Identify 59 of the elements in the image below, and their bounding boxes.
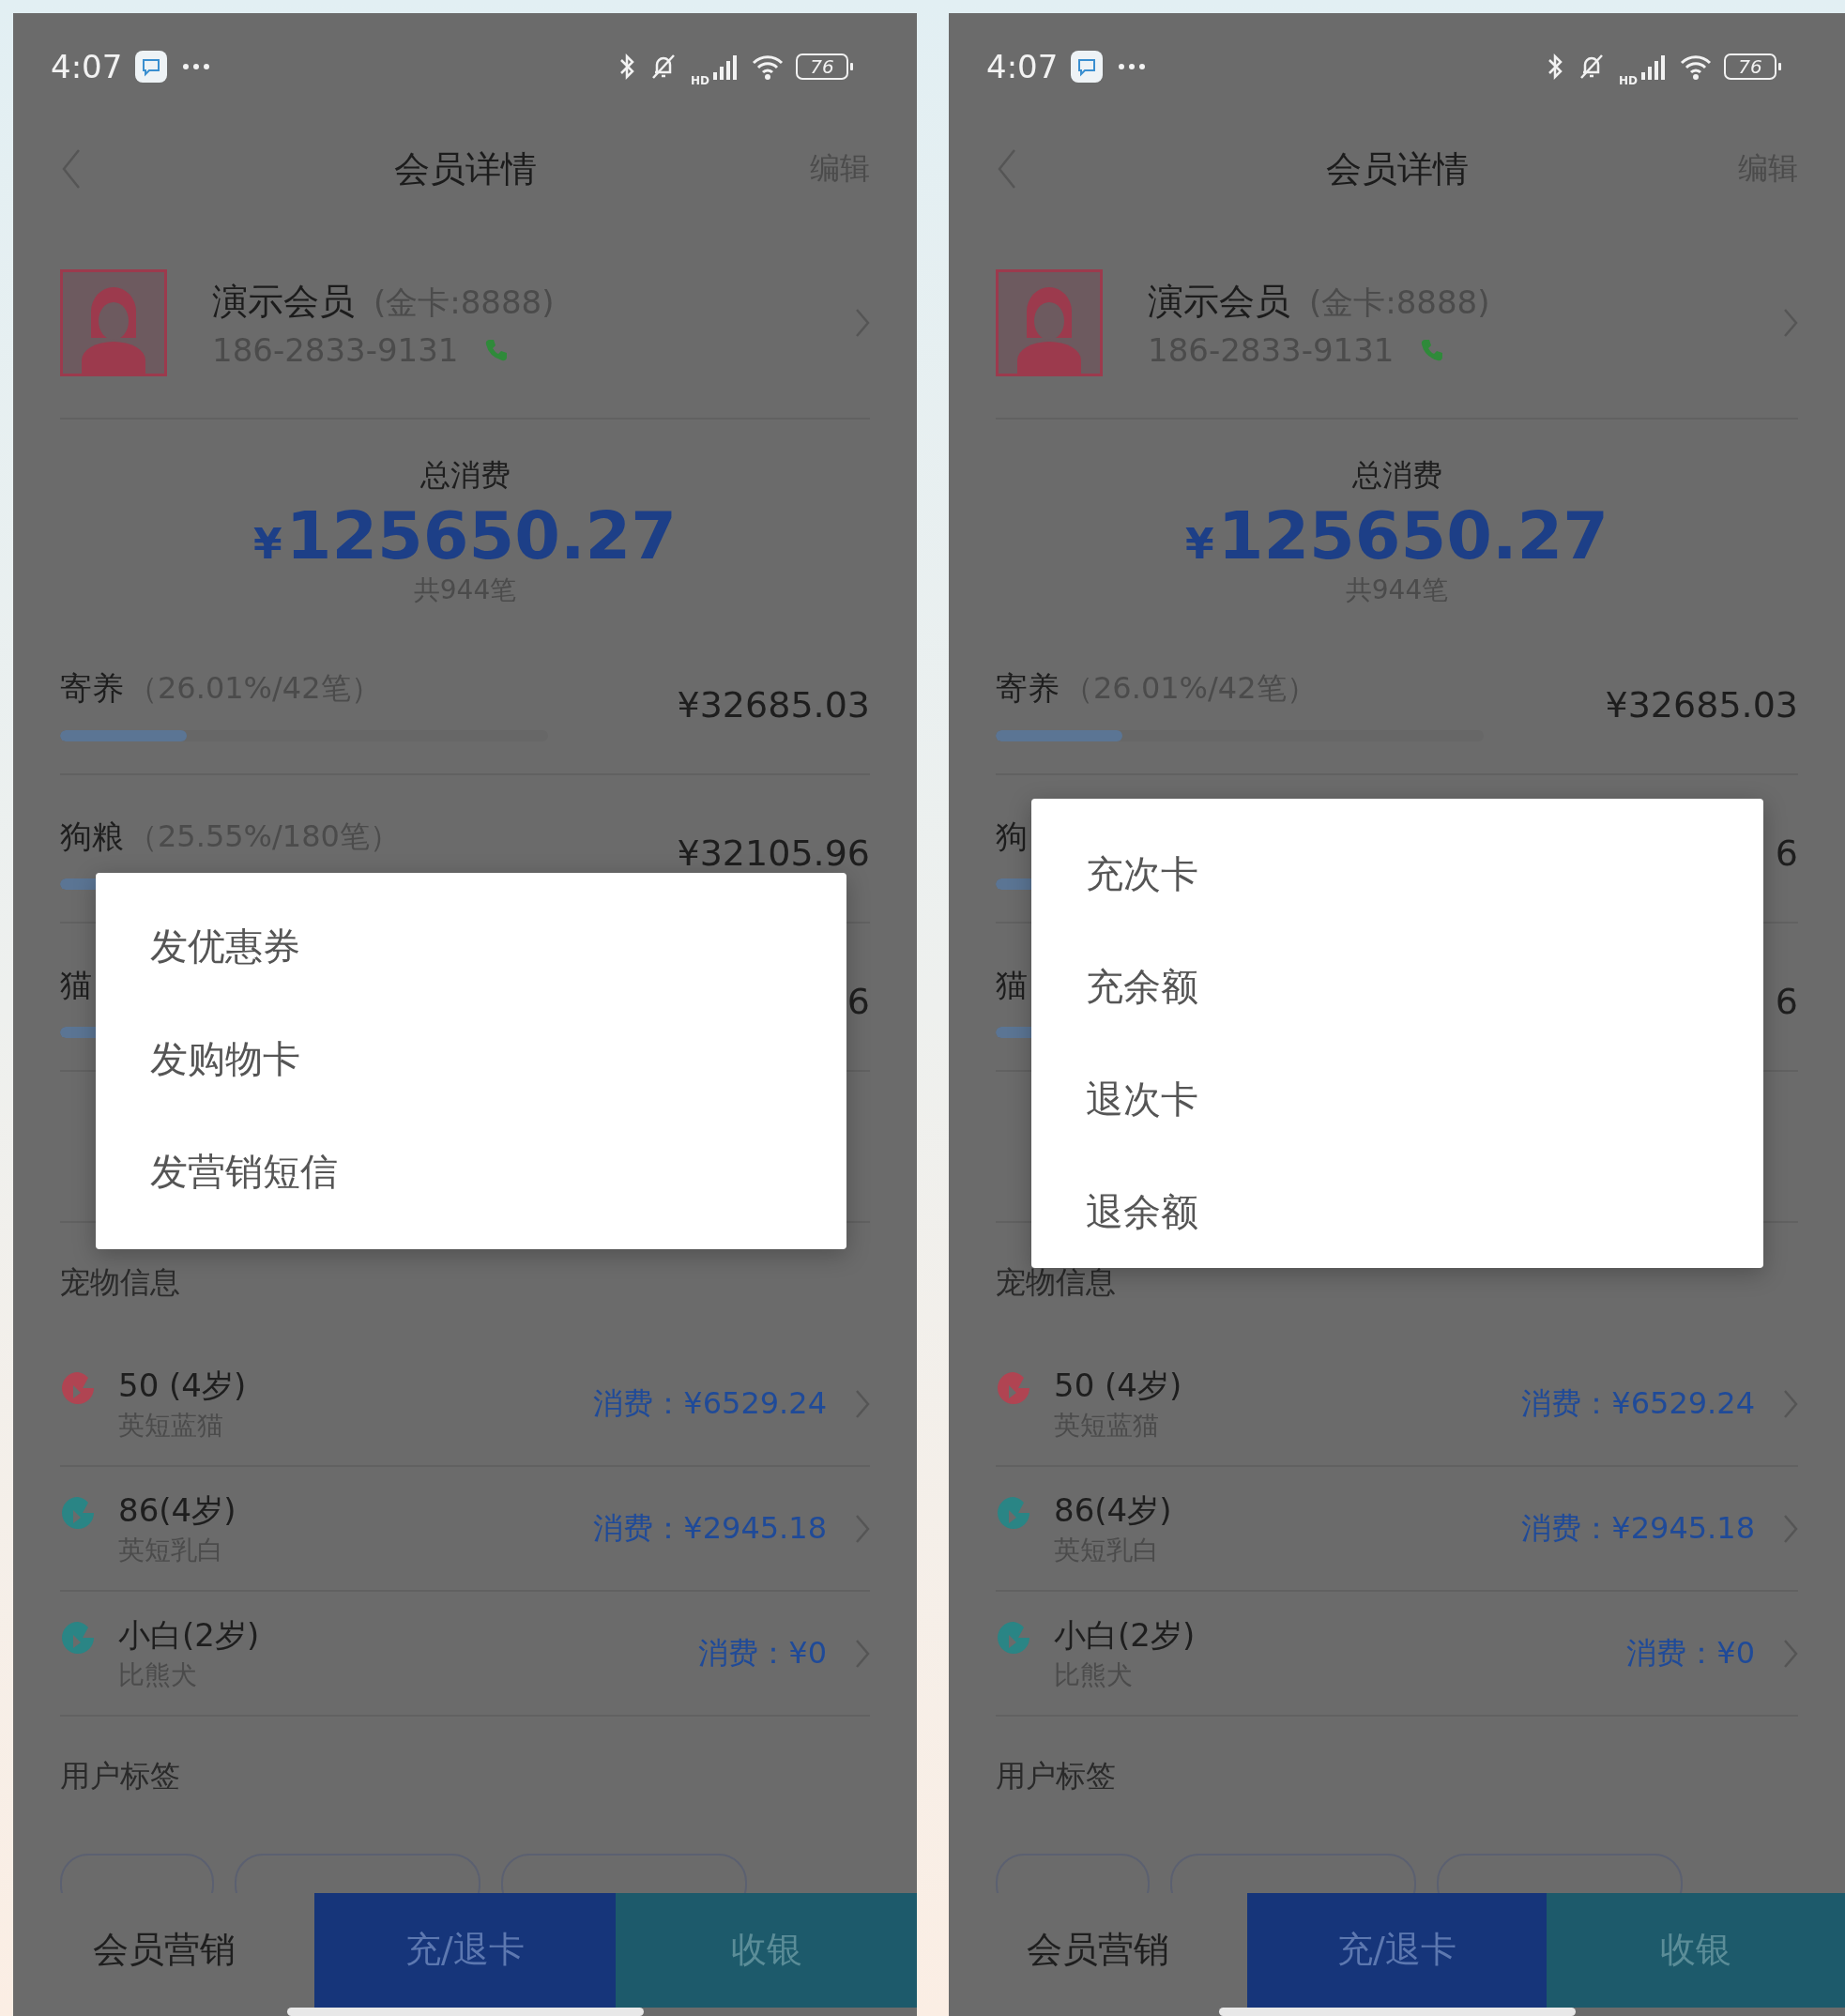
network-label: HD	[691, 73, 709, 87]
pet-name: 86(4岁)	[1054, 1489, 1172, 1531]
action-button[interactable]: 充/退卡	[314, 1892, 616, 2008]
category-amount: 6	[846, 981, 870, 1023]
action-button[interactable]: 收银	[616, 1892, 917, 2008]
more-dots-icon	[1118, 62, 1147, 70]
network-label: HD	[1619, 73, 1638, 87]
menu-item[interactable]: 充次卡	[1031, 817, 1763, 930]
pet-spend: 消费：¥0	[1626, 1633, 1755, 1672]
pet-spend: 消费：¥2945.18	[593, 1508, 827, 1548]
menu-item[interactable]: 发营销短信	[96, 1115, 846, 1228]
category-amount: ¥32685.03	[1605, 684, 1798, 726]
pet-name: 50 (4岁)	[1054, 1365, 1182, 1406]
total-amount: ¥125650.27	[1185, 500, 1609, 573]
section-title: 用户标签	[995, 1756, 1117, 1795]
category-name: 猫	[996, 965, 1028, 1006]
total-amount: ¥125650.27	[253, 500, 677, 573]
battery-level: 76	[796, 53, 853, 80]
avatar-silhouette-icon	[60, 269, 167, 377]
total-label: 总消费	[1351, 456, 1442, 496]
total-label: 总消费	[419, 456, 511, 496]
category-amount: ¥32105.96	[677, 832, 870, 875]
action-button[interactable]: 收银	[1546, 1892, 1845, 2008]
menu-item[interactable]: 发优惠券	[96, 890, 846, 1002]
status-time: 4:07	[51, 47, 123, 85]
category-amount: 6	[1775, 981, 1798, 1023]
category-name: 寄养	[996, 668, 1060, 710]
category-name: 狗	[996, 817, 1028, 858]
pet-spend: 消费：¥6529.24	[1521, 1383, 1755, 1423]
home-indicator[interactable]	[1218, 2008, 1576, 2016]
pet-name: 50 (4岁)	[118, 1365, 247, 1406]
pet-name: 86(4岁)	[118, 1489, 236, 1531]
category-name: 猫	[60, 965, 92, 1006]
chat-app-icon	[1071, 50, 1104, 83]
section-title: 宠物信息	[59, 1262, 181, 1302]
home-indicator[interactable]	[286, 2008, 644, 2016]
menu-item[interactable]: 发购物卡	[96, 1002, 846, 1115]
avatar-silhouette-icon	[996, 269, 1103, 377]
category-name: 狗粮	[60, 817, 124, 858]
pet-spend: 消费：¥6529.24	[593, 1383, 827, 1423]
pet-spend: 消费：¥2945.18	[1521, 1508, 1755, 1548]
more-dots-icon	[182, 62, 211, 70]
menu-item[interactable]: 退次卡	[1031, 1043, 1763, 1155]
action-button[interactable]: 充/退卡	[1247, 1892, 1547, 2008]
menu-item[interactable]: 充余额	[1031, 930, 1763, 1043]
status-time: 4:07	[986, 47, 1059, 85]
category-amount: ¥32685.03	[677, 684, 870, 726]
battery-level: 76	[1724, 53, 1781, 80]
member-name: 演示会员	[212, 279, 355, 324]
pet-name: 小白(2岁)	[1054, 1614, 1196, 1656]
pet-spend: 消费：¥0	[698, 1633, 827, 1672]
category-amount: 6	[1775, 832, 1798, 875]
section-title: 用户标签	[59, 1756, 181, 1795]
chat-app-icon	[135, 50, 168, 83]
member-name: 演示会员	[1148, 279, 1290, 324]
pet-name: 小白(2岁)	[118, 1614, 260, 1656]
page-title: 会员详情	[393, 146, 537, 191]
category-name: 寄养	[60, 668, 124, 710]
page-title: 会员详情	[1325, 146, 1469, 191]
